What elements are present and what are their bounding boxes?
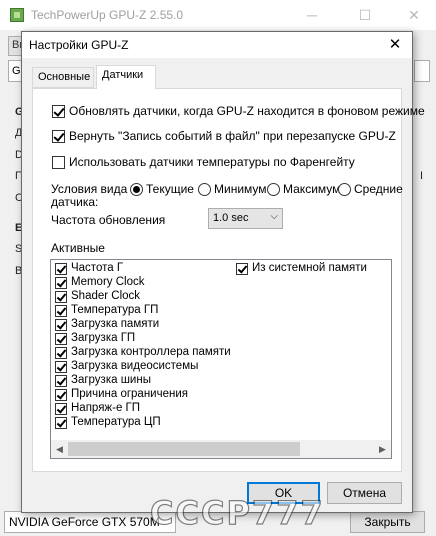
sensor-label: Температура ЦП: [71, 416, 161, 428]
sensor-label: Загрузка памяти: [71, 318, 160, 330]
chevron-down-icon: ⌵: [270, 211, 278, 222]
cancel-button[interactable]: Отмена: [327, 482, 402, 504]
refresh-rate-select[interactable]: 1.0 sec ⌵: [208, 208, 283, 229]
sensor-label: Shader Clock: [71, 290, 141, 302]
sensor-checkbox[interactable]: [55, 347, 67, 359]
checkbox-fahrenheit[interactable]: [52, 156, 65, 169]
sensor-label: Причина ограничения: [71, 388, 188, 400]
sensor-checkbox[interactable]: [55, 375, 67, 387]
scrollbar-thumb[interactable]: [68, 442, 300, 456]
sensor-checkbox[interactable]: [55, 389, 67, 401]
active-sensors-label: Активные: [51, 241, 105, 255]
radio-current-circle[interactable]: [130, 183, 143, 196]
option-restore-logging-label: Вернуть "Запись событий в файл" при пере…: [69, 129, 396, 143]
gpu-z-app-icon: [10, 8, 24, 22]
radio-average-label: Средние: [354, 182, 403, 196]
scroll-right-icon[interactable]: ▶: [374, 440, 391, 458]
sensor-label: Загрузка контроллера памяти: [71, 346, 231, 358]
radio-minimum-label: Минимум: [214, 182, 267, 196]
scroll-left-icon[interactable]: ◀: [51, 440, 68, 458]
minimize-icon[interactable]: ─: [302, 5, 322, 25]
sensor-label: Загрузка ГП: [71, 332, 136, 344]
dialog-titlebar: Настройки GPU-Z ✕: [22, 32, 412, 58]
settings-dialog: Настройки GPU-Z ✕ Основные Датчики Обнов…: [21, 31, 425, 513]
sensors-tab-panel: Обновлять датчики, когда GPU-Z находится…: [32, 88, 425, 472]
sensor-checkbox[interactable]: [55, 361, 67, 373]
main-close-button[interactable]: Закрыть: [350, 511, 425, 533]
main-window-title: TechPowerUp GPU-Z 2.55.0: [31, 8, 184, 22]
sensor-listbox[interactable]: Частота Г Memory Clock Shader Clock Темп…: [50, 259, 392, 459]
main-right-field: [414, 60, 430, 82]
radio-minimum-circle[interactable]: [198, 183, 211, 196]
option-fahrenheit-label: Использовать датчики температуры по Фаре…: [69, 155, 355, 169]
horizontal-scrollbar[interactable]: ◀ ▶: [51, 440, 391, 458]
main-titlebar: TechPowerUp GPU-Z 2.55.0 ─ ☐ ✕: [0, 0, 436, 30]
sensor-checkbox[interactable]: [55, 305, 67, 317]
refresh-rate-value: 1.0 sec: [213, 212, 249, 224]
sensor-checkbox[interactable]: [55, 319, 67, 331]
radio-maximum-circle[interactable]: [267, 183, 280, 196]
sensor-label: Напряж-е ГП: [71, 402, 141, 414]
sensor-checkbox[interactable]: [55, 417, 67, 429]
sensor-label: Загрузка шины: [71, 374, 151, 386]
sensor-label: Из системной памяти: [252, 262, 367, 274]
sensor-checkbox[interactable]: [236, 263, 248, 275]
radio-maximum-label: Максимум: [283, 182, 341, 196]
main-right-label: I: [420, 170, 424, 182]
checkbox-update-background[interactable]: [52, 105, 65, 118]
main-close-icon[interactable]: ✕: [404, 5, 424, 25]
sensor-checkbox[interactable]: [55, 291, 67, 303]
sensor-label: Частота Г: [71, 262, 124, 274]
close-icon[interactable]: ✕: [384, 34, 406, 56]
sensor-label: Memory Clock: [71, 276, 145, 288]
sensor-checkbox[interactable]: [55, 263, 67, 275]
dialog-title: Настройки GPU-Z: [29, 38, 129, 52]
checkbox-restore-logging[interactable]: [52, 130, 65, 143]
radio-average-circle[interactable]: [338, 183, 351, 196]
sensor-checkbox[interactable]: [55, 333, 67, 345]
option-update-background-label: Обновлять датчики, когда GPU-Z находится…: [69, 104, 425, 118]
view-conditions-label: Условия вида: [51, 182, 128, 196]
maximize-icon[interactable]: ☐: [355, 5, 375, 25]
refresh-rate-label: Частота обновления: [51, 213, 166, 227]
tab-sensors[interactable]: Датчики: [96, 65, 156, 89]
watermark: СССР777: [149, 493, 325, 532]
view-conditions-label-2: датчика:: [51, 195, 99, 209]
sensor-checkbox[interactable]: [55, 403, 67, 415]
sensor-label: Загрузка видеосистемы: [71, 360, 199, 372]
tab-general[interactable]: Основные: [32, 67, 94, 88]
sensor-label: Температура ГП: [71, 304, 159, 316]
sensor-checkbox[interactable]: [55, 277, 67, 289]
radio-current-label: Текущие: [146, 182, 194, 196]
